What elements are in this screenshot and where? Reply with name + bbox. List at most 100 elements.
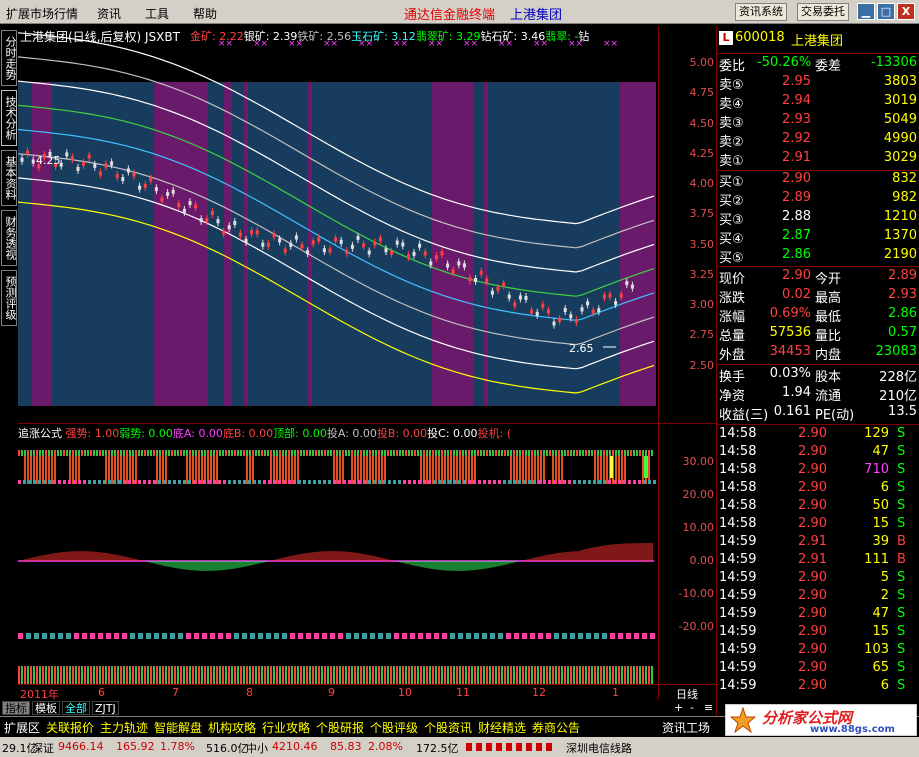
dot-bar xyxy=(226,633,231,639)
bottom-bar xyxy=(252,666,254,684)
status-sz-label[interactable]: 深证 xyxy=(32,740,54,756)
dot-bar xyxy=(434,633,439,639)
plus-icon[interactable]: + xyxy=(674,701,683,714)
bottom-bar xyxy=(108,666,110,684)
candle-body xyxy=(619,293,623,298)
tab-zjtj[interactable]: ZJTJ xyxy=(92,701,119,715)
order-volume: 3803 xyxy=(883,74,917,89)
bottom-bar xyxy=(390,666,392,684)
stat-row: 换手 0.03% 股本 228亿 xyxy=(717,366,919,385)
minimize-icon[interactable]: ▁ xyxy=(857,3,875,20)
dot-bar xyxy=(490,633,495,639)
bottom-bar xyxy=(315,666,317,684)
menu-icon[interactable]: ≡ xyxy=(704,701,713,714)
bottom-bar xyxy=(84,666,86,684)
sub-chart-svg[interactable] xyxy=(18,440,658,685)
strong-bar xyxy=(42,456,44,484)
bottom-bar xyxy=(453,666,455,684)
candle-body xyxy=(334,237,338,242)
bottom-bar xyxy=(324,666,326,684)
strong-bar xyxy=(372,456,374,484)
signal-bar xyxy=(588,450,590,456)
dot-bar xyxy=(38,480,41,484)
tab-basic-info[interactable]: 基本资料 xyxy=(1,150,17,206)
func-item-4[interactable]: 机构攻略 xyxy=(208,719,256,736)
tab-all[interactable]: 全部 xyxy=(62,701,90,715)
price-chart-svg[interactable]: ×× ×× ×× ×× ×× ×× ×× ×× ×× ×× ×× ×× xyxy=(18,26,658,406)
sub-y-tick: -10.00 xyxy=(678,587,714,600)
dot-bar xyxy=(322,633,327,639)
func-item-0[interactable]: 扩展区 xyxy=(4,719,40,736)
dot-bar xyxy=(183,480,186,484)
strong-bar xyxy=(204,456,206,484)
dot-bar xyxy=(170,633,175,639)
signal-bar xyxy=(546,450,548,456)
stat-value: 0.02 xyxy=(782,287,811,302)
status-sme-label[interactable]: 中小 xyxy=(246,740,268,756)
func-item-6[interactable]: 个股研报 xyxy=(316,719,364,736)
tab-template[interactable]: 模板 xyxy=(32,701,60,715)
signal-bar xyxy=(345,450,347,456)
dot-bar xyxy=(83,480,86,484)
bottom-bar xyxy=(93,666,95,684)
bottom-bar xyxy=(162,666,164,684)
candle-body xyxy=(311,240,315,245)
tab-timeshare[interactable]: 分时走势 xyxy=(1,30,17,86)
dot-bar xyxy=(583,480,586,484)
func-item-3[interactable]: 智能解盘 xyxy=(154,719,202,736)
info-workshop-button[interactable]: 资讯工场 xyxy=(662,719,710,736)
signal-bar xyxy=(84,450,86,456)
tab-forecast[interactable]: 预测评级 xyxy=(1,270,17,326)
func-item-7[interactable]: 个股评级 xyxy=(370,719,418,736)
candle-body xyxy=(485,278,489,283)
dot-bar xyxy=(442,633,447,639)
dot-bar xyxy=(250,633,255,639)
func-item-1[interactable]: 关联报价 xyxy=(46,719,94,736)
sub-chart[interactable] xyxy=(18,440,658,685)
dot-bar xyxy=(146,633,151,639)
menu-extended-market[interactable]: 扩展市场行情 xyxy=(6,5,78,22)
strong-bar xyxy=(453,456,455,484)
func-item-5[interactable]: 行业攻略 xyxy=(262,719,310,736)
stat-value: 2.86 xyxy=(888,306,917,321)
dot-bar xyxy=(383,480,386,484)
bottom-bar xyxy=(69,666,71,684)
bottom-bar xyxy=(558,666,560,684)
stat-label: 内盘 xyxy=(815,348,842,363)
func-item-2[interactable]: 主力轨迹 xyxy=(100,719,148,736)
order-price: 2.94 xyxy=(782,93,811,108)
signal-bar xyxy=(66,450,68,456)
stat-row: 净资 1.94 流通 210亿 xyxy=(717,385,919,404)
signal-bar xyxy=(420,450,422,456)
signal-bar xyxy=(498,450,500,456)
tick-time: 14:58 xyxy=(719,462,757,477)
menu-tools[interactable]: 工具 xyxy=(145,5,169,22)
func-item-8[interactable]: 个股资讯 xyxy=(424,719,472,736)
signal-bar xyxy=(210,450,212,456)
dot-bar xyxy=(553,480,556,484)
stat-value: 0.03% xyxy=(769,366,811,381)
tab-finance[interactable]: 财务透视 xyxy=(1,210,17,266)
sub-y-tick: 30.00 xyxy=(682,455,715,468)
signal-bar xyxy=(270,450,272,456)
dot-bar xyxy=(18,633,23,639)
main-chart[interactable]: ×× ×× ×× ×× ×× ×× ×× ×× ×× ×× ×× ×× 上港集团(日线,后复权) JS… xyxy=(18,26,658,406)
trade-button[interactable]: 交易委托 xyxy=(797,3,849,21)
tab-indicator[interactable]: 指标 xyxy=(2,701,30,715)
func-item-9[interactable]: 财经精选 xyxy=(478,719,526,736)
dot-bar xyxy=(362,633,367,639)
bottom-bar xyxy=(222,666,224,684)
bottom-bar xyxy=(168,666,170,684)
tick-row: 14:58 2.90 129 S xyxy=(717,426,919,444)
menu-help[interactable]: 帮助 xyxy=(193,5,217,22)
close-icon[interactable]: X xyxy=(897,3,915,20)
dot-bar xyxy=(42,633,47,639)
strong-bar xyxy=(249,456,251,484)
func-item-10[interactable]: 券商公告 xyxy=(532,719,580,736)
menu-info[interactable]: 资讯 xyxy=(97,5,121,22)
dot-bar xyxy=(73,480,76,484)
tab-technical[interactable]: 技术分析 xyxy=(1,90,17,146)
maximize-icon[interactable]: □ xyxy=(877,3,895,20)
minus-icon[interactable]: - xyxy=(690,701,694,714)
info-system-button[interactable]: 资讯系统 xyxy=(735,3,787,21)
